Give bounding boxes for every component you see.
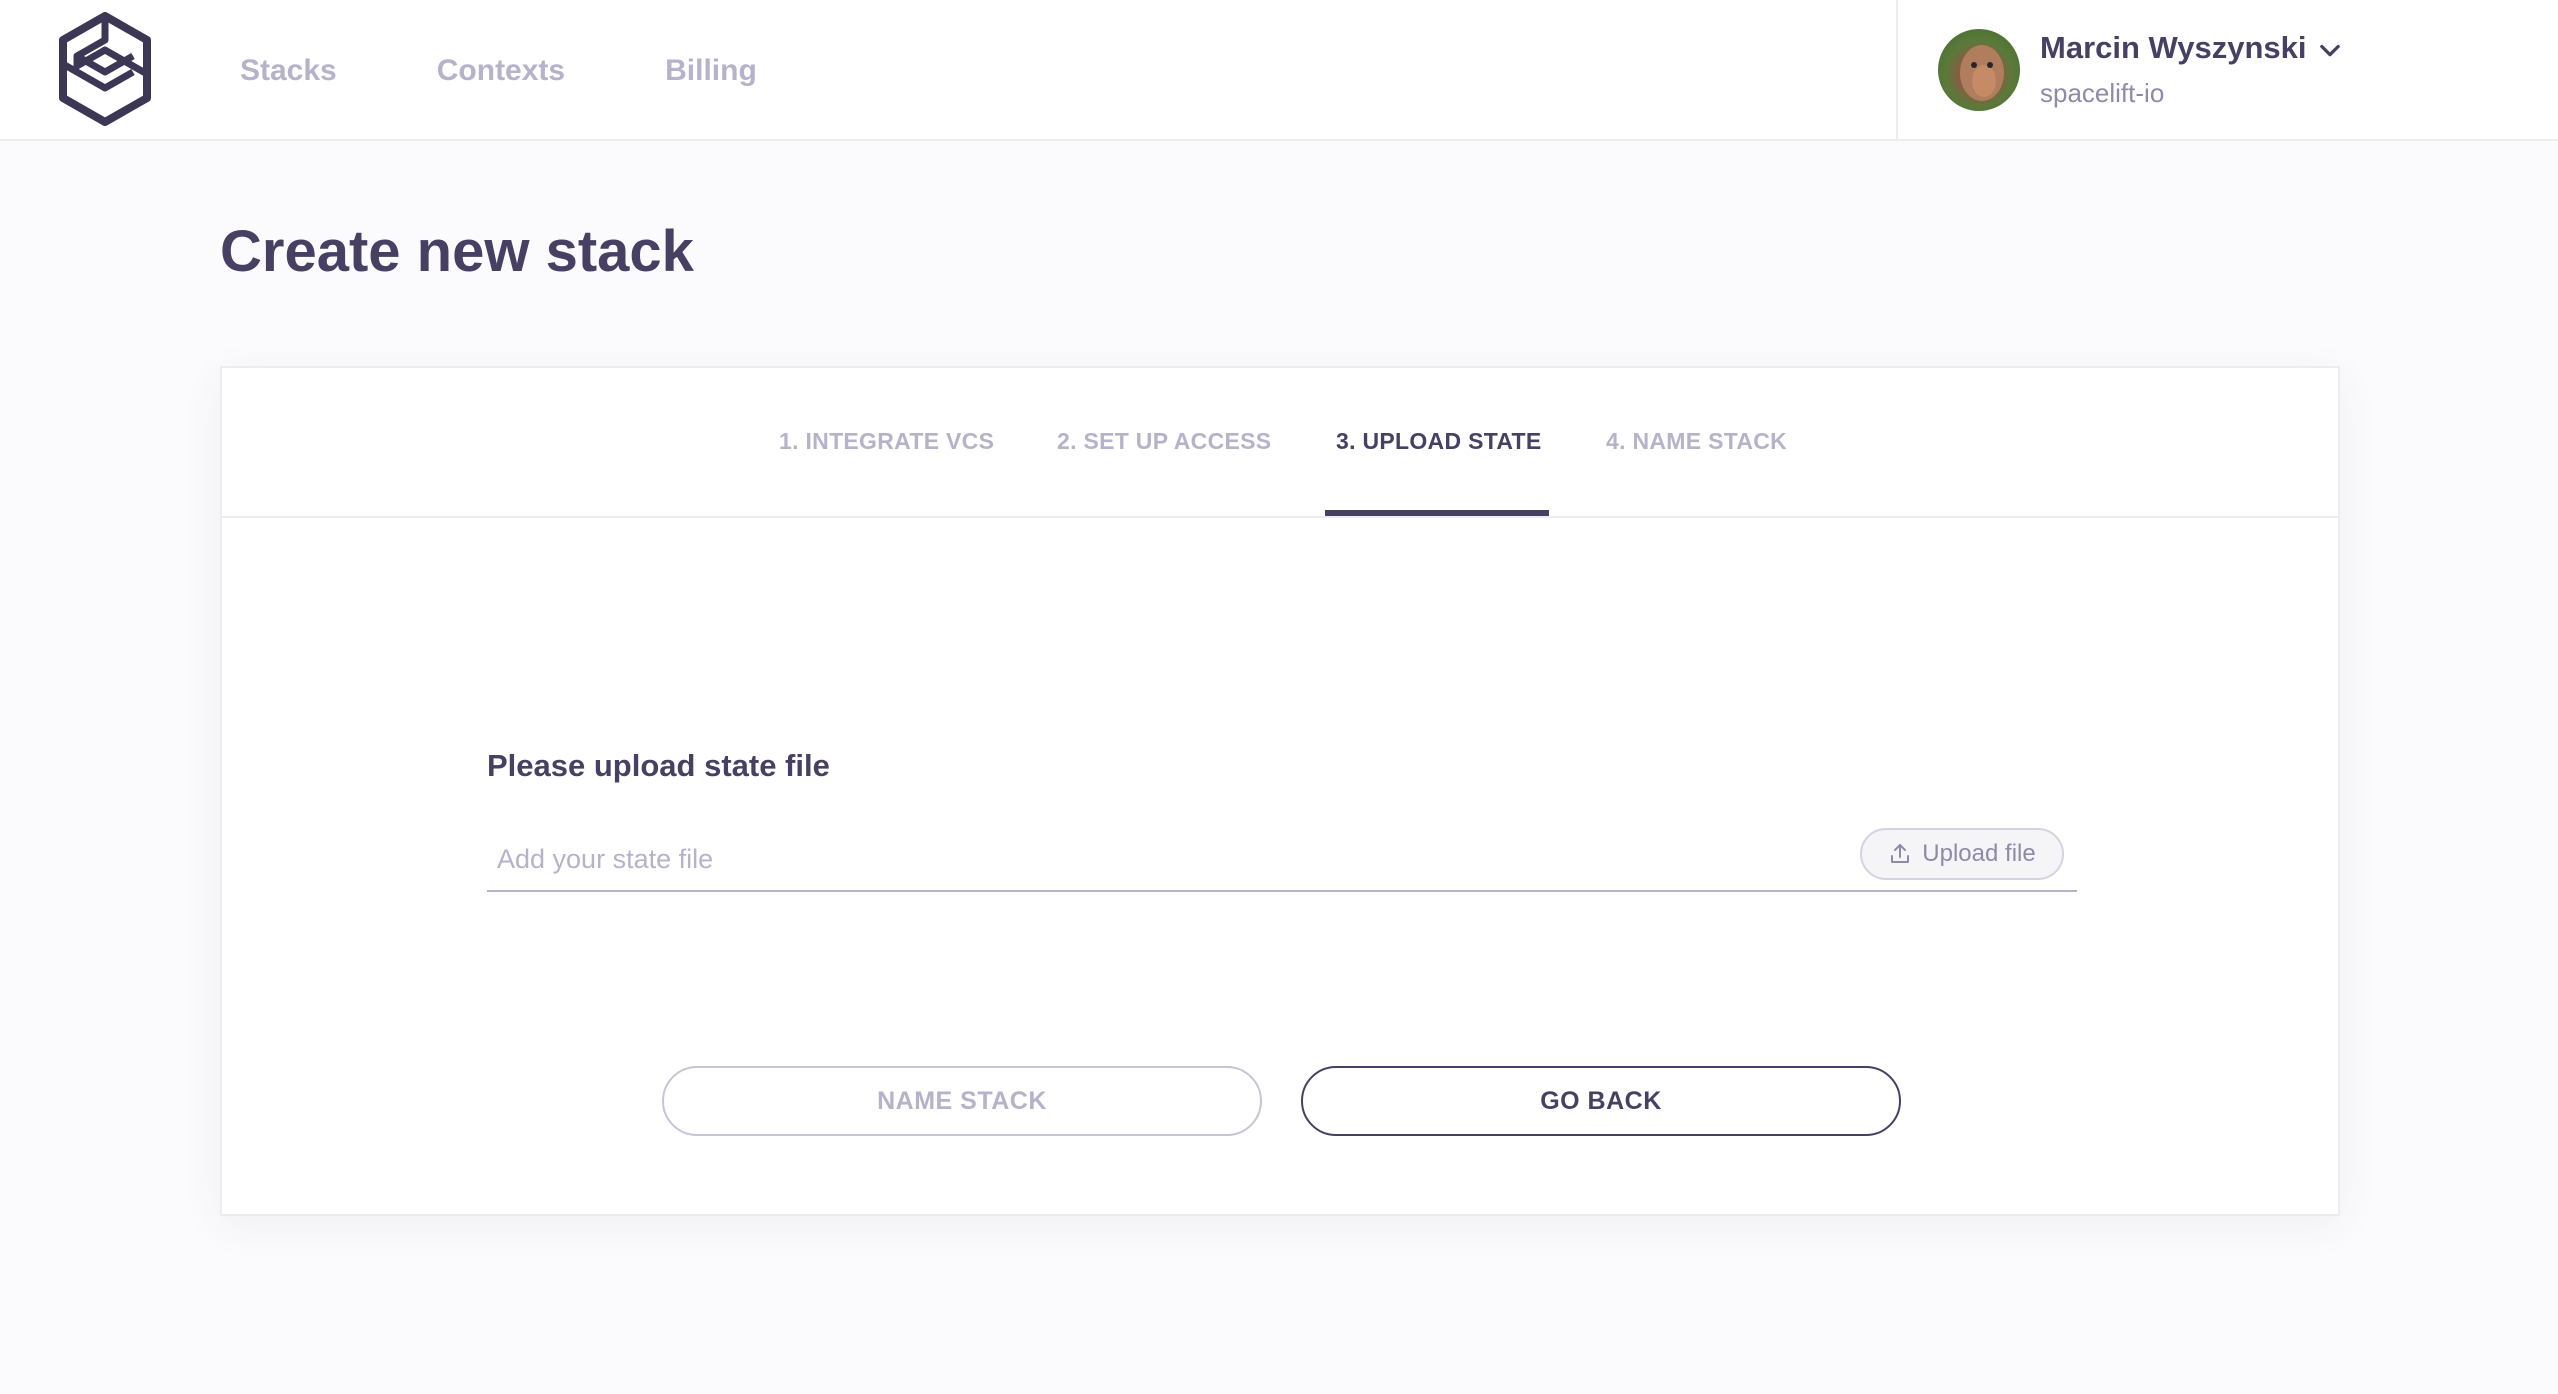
nav-contexts[interactable]: Contexts [437, 54, 565, 88]
top-bar: Stacks Contexts Billing Marcin Wyszynski… [0, 0, 2558, 141]
page-title: Create new stack [220, 219, 694, 284]
main-nav: Stacks Contexts Billing [240, 0, 857, 141]
active-step-indicator [1325, 510, 1549, 516]
state-file-input[interactable] [487, 828, 2077, 892]
nav-billing[interactable]: Billing [665, 54, 757, 88]
go-back-button[interactable]: GO BACK [1301, 1066, 1901, 1136]
user-org: spacelift-io [2040, 78, 2165, 108]
nav-stacks[interactable]: Stacks [240, 54, 337, 88]
avatar[interactable] [1938, 29, 2020, 111]
step-upload-state[interactable]: 3. UPLOAD STATE [1336, 428, 1542, 455]
create-stack-card: 1. INTEGRATE VCS 2. SET UP ACCESS 3. UPL… [220, 366, 2340, 1216]
state-file-label: Please upload state file [487, 748, 830, 783]
spacelift-logo-icon[interactable] [55, 12, 155, 126]
upload-file-label: Upload file [1922, 840, 2036, 867]
user-name[interactable]: Marcin Wyszynski [2040, 30, 2306, 66]
chevron-down-icon[interactable] [2316, 36, 2344, 64]
upload-file-button[interactable]: Upload file [1860, 828, 2064, 880]
upload-icon [1891, 844, 1910, 863]
avatar-image-icon [1960, 45, 2004, 101]
step-integrate-vcs[interactable]: 1. INTEGRATE VCS [779, 428, 994, 455]
name-stack-button[interactable]: NAME STACK [662, 1066, 1262, 1136]
step-set-up-access[interactable]: 2. SET UP ACCESS [1057, 428, 1271, 455]
user-menu[interactable]: Marcin Wyszynski spacelift-io [1896, 0, 2558, 141]
step-name-stack[interactable]: 4. NAME STACK [1606, 428, 1787, 455]
stepper: 1. INTEGRATE VCS 2. SET UP ACCESS 3. UPL… [222, 368, 2338, 518]
